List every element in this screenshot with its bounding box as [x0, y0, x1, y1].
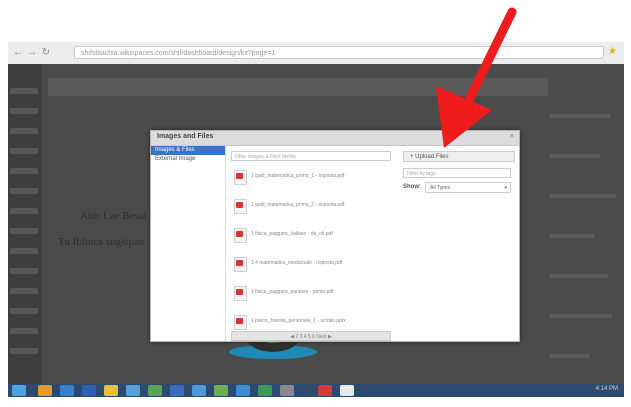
right-sidebar-line: [550, 154, 600, 158]
file-name: 1 fisica_paggara_italiano - da_ok.pdf: [251, 231, 333, 237]
reload-icon[interactable]: ↻: [40, 47, 52, 59]
left-nav-line[interactable]: [10, 248, 38, 254]
dialog-sidebar: Images & Files External Image: [151, 146, 226, 341]
editor-toolbar: [48, 78, 548, 96]
left-nav-line[interactable]: [10, 168, 38, 174]
taskbar-app-icon[interactable]: [258, 385, 272, 396]
file-name: 1 gadi_matematica_primo_1 - risposta.pdf: [251, 173, 345, 179]
left-nav-line[interactable]: [10, 268, 38, 274]
start-button-icon[interactable]: [12, 385, 26, 396]
taskbar-app-icon[interactable]: [214, 385, 228, 396]
left-nav-line[interactable]: [10, 348, 38, 354]
left-nav-line[interactable]: [10, 128, 38, 134]
file-name: 1 gadi_matematica_primo_2 - risposta.pdf: [251, 202, 345, 208]
left-nav-line[interactable]: [10, 308, 38, 314]
windows-taskbar: 4:14 PM: [8, 384, 624, 397]
taskbar-app-icon[interactable]: [170, 385, 184, 396]
file-list-item[interactable]: 1 gadi_matematica_primo_2 - risposta.pdf: [231, 192, 399, 219]
right-sidebar-line: [550, 234, 594, 238]
file-list-item[interactable]: 1 fisica_paggara_paraloni - primo.pdf: [231, 279, 399, 306]
pptx-file-icon: [234, 315, 247, 330]
pdf-file-icon: [234, 228, 247, 243]
upload-panel: + Upload Files Filter by tags Show: All …: [403, 151, 515, 339]
taskbar-app-icon[interactable]: [126, 385, 140, 396]
taskbar-app-icon[interactable]: [280, 385, 294, 396]
search-input[interactable]: Filter Images & Files Media: [231, 151, 391, 161]
tag-filter-input[interactable]: Filter by tags: [403, 168, 511, 178]
pagination[interactable]: ◀ 2 3 4 5 6 Next ▶: [231, 331, 391, 341]
taskbar-app-icon[interactable]: [340, 385, 354, 396]
left-nav-line[interactable]: [10, 208, 38, 214]
sidebar-item-external-image[interactable]: External Image: [151, 155, 225, 164]
left-nav-line[interactable]: [10, 288, 38, 294]
taskbar-app-icon[interactable]: [148, 385, 162, 396]
system-clock[interactable]: 4:14 PM: [596, 386, 618, 392]
file-name: 1 parco_foresta_personale_1 - scrollo.pp…: [251, 318, 346, 324]
close-icon[interactable]: ×: [510, 133, 514, 140]
file-name: 1 fisica_paggara_paraloni - primo.pdf: [251, 289, 334, 295]
taskbar-app-icon[interactable]: [38, 385, 52, 396]
right-sidebar: [544, 94, 624, 374]
page-text-line: Ahir Lae Besai: [80, 210, 147, 222]
pdf-file-icon: [234, 170, 247, 185]
right-sidebar-line: [550, 354, 590, 358]
bookmark-star-icon[interactable]: ★: [608, 46, 620, 58]
left-navigation: [8, 64, 42, 384]
show-label: Show:: [403, 184, 421, 190]
left-nav-line[interactable]: [10, 108, 38, 114]
right-sidebar-line: [550, 274, 608, 278]
right-sidebar-line: [550, 194, 616, 198]
taskbar-app-icon[interactable]: [236, 385, 250, 396]
left-nav-line[interactable]: [10, 328, 38, 334]
file-list-item[interactable]: 1 4 matematica_medicinale - risposta.pdf: [231, 250, 399, 277]
url-input[interactable]: shifsblachia.wikispaces.com/shif/dashboa…: [74, 46, 604, 59]
right-sidebar-line: [550, 114, 610, 118]
right-sidebar-line: [550, 314, 612, 318]
file-list-panel: Filter Images & Files Media 1 gadi_matem…: [231, 151, 399, 341]
sidebar-item-images-files[interactable]: Images & Files: [151, 146, 225, 155]
pdf-file-icon: [234, 257, 247, 272]
taskbar-app-icon[interactable]: [318, 385, 332, 396]
taskbar-app-icon[interactable]: [104, 385, 118, 396]
left-nav-line[interactable]: [10, 148, 38, 154]
pdf-file-icon: [234, 199, 247, 214]
upload-files-button[interactable]: + Upload Files: [403, 151, 515, 162]
pdf-file-icon: [234, 286, 247, 301]
file-name: 1 4 matematica_medicinale - risposta.pdf: [251, 260, 343, 266]
page-text-line: Tu Iblinca sugsipan: [58, 236, 145, 248]
taskbar-app-icon[interactable]: [82, 385, 96, 396]
file-list-item[interactable]: 1 gadi_matematica_primo_1 - risposta.pdf: [231, 163, 399, 190]
file-type-select[interactable]: All Types: [425, 182, 511, 194]
left-nav-line[interactable]: [10, 228, 38, 234]
address-bar-area: ← → ↻ shifsblachia.wikispaces.com/shif/d…: [8, 42, 624, 65]
taskbar-app-icon[interactable]: [192, 385, 206, 396]
forward-icon[interactable]: →: [26, 47, 38, 59]
file-list-item[interactable]: 1 fisica_paggara_italiano - da_ok.pdf: [231, 221, 399, 248]
back-icon[interactable]: ←: [12, 47, 24, 59]
dialog-header: Images and Files ×: [151, 131, 519, 146]
taskbar-app-icon[interactable]: [60, 385, 74, 396]
show-filter-row: Show: All Types: [403, 182, 515, 194]
images-and-files-dialog: Images and Files × Images & Files Extern…: [150, 130, 520, 342]
left-nav-line[interactable]: [10, 88, 38, 94]
left-nav-line[interactable]: [10, 188, 38, 194]
dialog-title: Images and Files: [157, 133, 214, 140]
